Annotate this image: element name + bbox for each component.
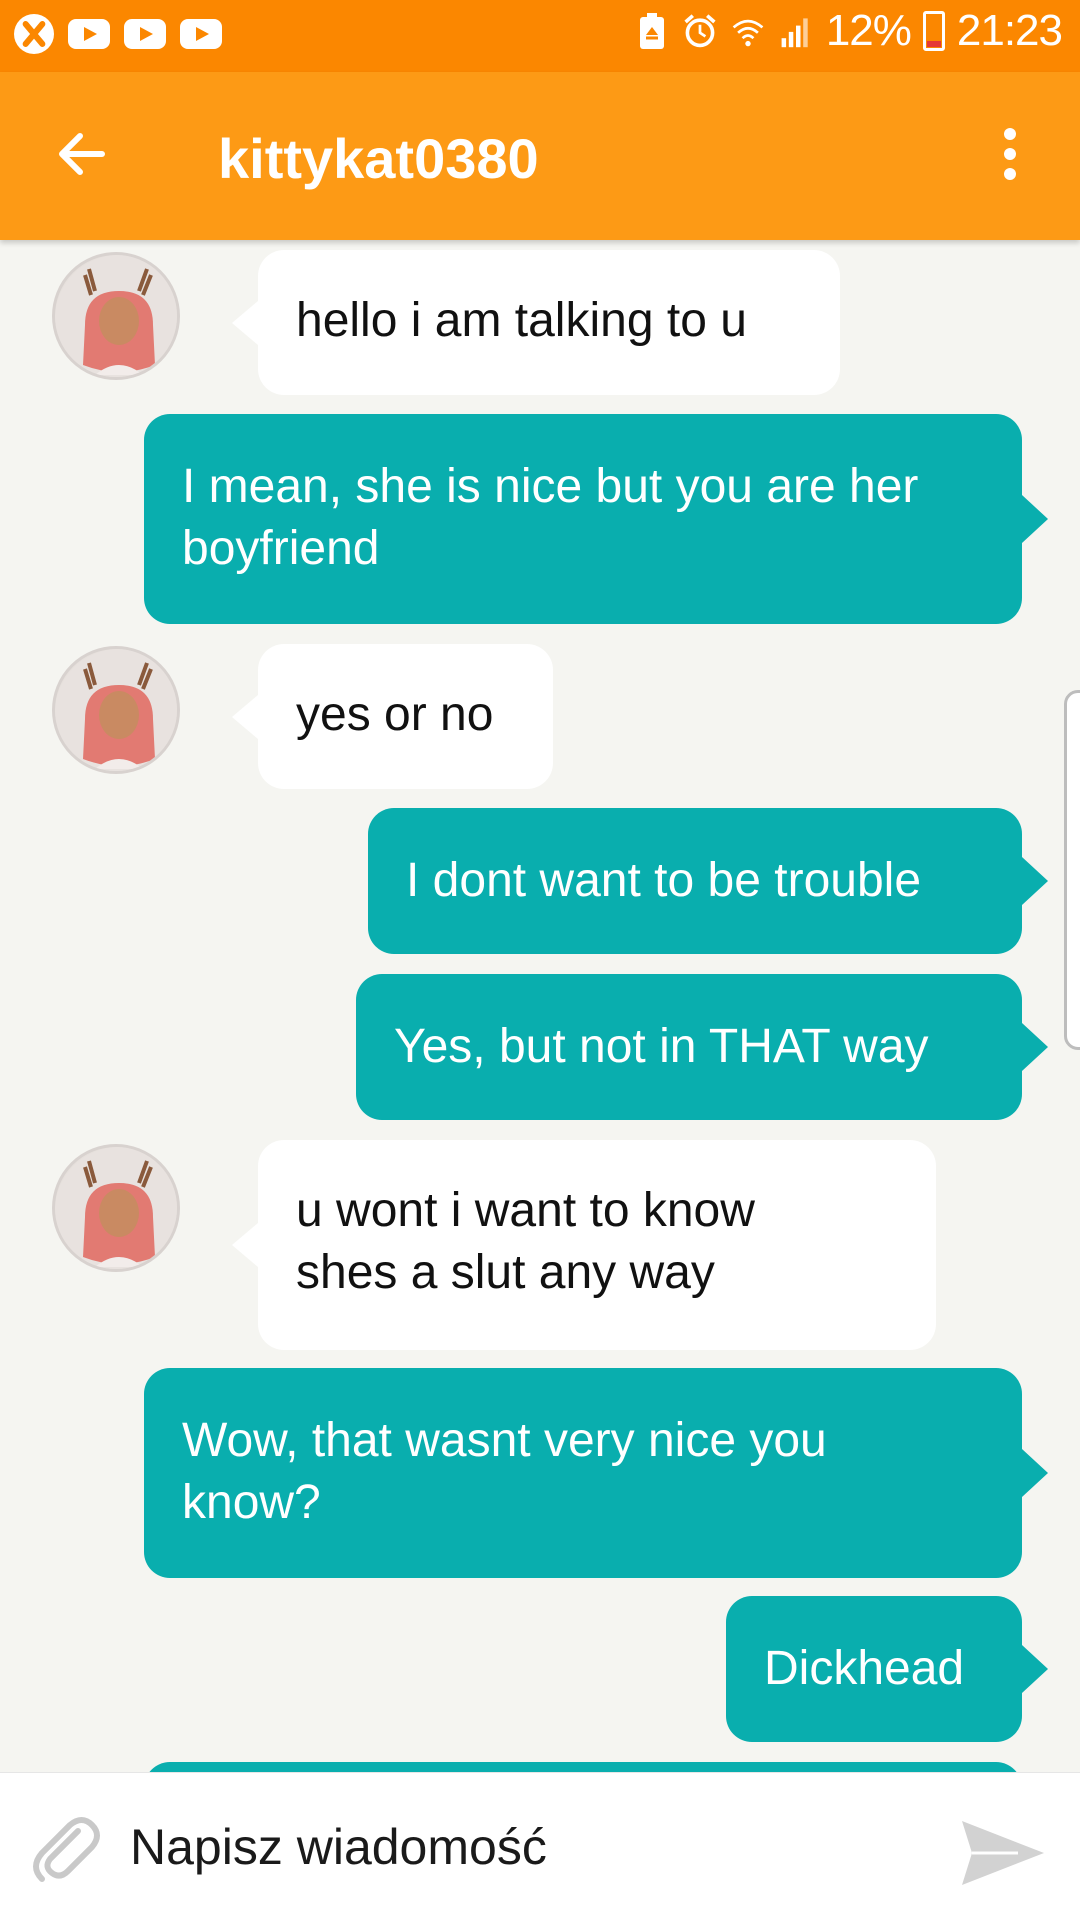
youtube-icon bbox=[124, 19, 166, 49]
message-text: Dickhead bbox=[764, 1642, 965, 1695]
avatar[interactable] bbox=[52, 646, 180, 774]
message-outgoing[interactable]: Dickhead bbox=[726, 1596, 1048, 1742]
message-text: I dont want to be trouble bbox=[406, 854, 922, 907]
message-list[interactable]: hello i am talking to u I mean, she is n… bbox=[0, 240, 1080, 1772]
message-text: hello i am talking to u bbox=[296, 294, 747, 347]
signal-icon bbox=[781, 18, 808, 48]
message-text: I mean, she is nice but you are her boyf… bbox=[182, 460, 919, 575]
message-text: u wont i want to know shes a slut any wa… bbox=[296, 1184, 755, 1299]
avatar[interactable] bbox=[52, 1144, 180, 1272]
battery-icon bbox=[922, 11, 945, 51]
message-outgoing[interactable]: Wow, that wasnt very nice you know? bbox=[144, 1368, 1048, 1578]
more-vertical-icon[interactable] bbox=[990, 124, 1030, 184]
wifi-icon bbox=[732, 19, 764, 47]
message-incoming[interactable]: yes or no bbox=[232, 644, 553, 789]
message-text: Wow, that wasnt very nice you know? bbox=[182, 1414, 827, 1529]
message-composer bbox=[0, 1772, 1080, 1920]
youtube-icon bbox=[68, 19, 110, 49]
message-outgoing-partial[interactable] bbox=[144, 1762, 1022, 1772]
battery-saver-icon bbox=[639, 13, 664, 49]
scroll-handle[interactable] bbox=[1064, 690, 1080, 1050]
system-icons: 12% 21:23 bbox=[634, 6, 1063, 56]
send-icon[interactable] bbox=[958, 1813, 1048, 1893]
message-incoming[interactable]: hello i am talking to u bbox=[232, 250, 840, 395]
xbox-icon bbox=[14, 14, 54, 54]
chat-header: kittykat0380 bbox=[0, 72, 1080, 240]
alarm-icon bbox=[684, 14, 716, 48]
paperclip-icon[interactable] bbox=[26, 1809, 106, 1889]
message-outgoing[interactable]: I mean, she is nice but you are her boyf… bbox=[144, 414, 1048, 624]
message-input[interactable] bbox=[130, 1807, 930, 1887]
message-outgoing[interactable]: I dont want to be trouble bbox=[368, 808, 1048, 954]
message-text: yes or no bbox=[296, 688, 494, 741]
clock: 21:23 bbox=[956, 6, 1063, 55]
arrow-left-icon[interactable] bbox=[52, 124, 112, 184]
battery-percent: 12% bbox=[825, 6, 912, 55]
message-text: Yes, but not in THAT way bbox=[394, 1020, 929, 1073]
avatar[interactable] bbox=[52, 252, 180, 380]
status-bar: 12% 21:23 bbox=[0, 0, 1080, 72]
message-incoming[interactable]: u wont i want to know shes a slut any wa… bbox=[232, 1140, 936, 1350]
chat-title: kittykat0380 bbox=[218, 127, 539, 190]
youtube-icon bbox=[180, 19, 222, 49]
notification-icons bbox=[14, 14, 222, 54]
message-outgoing[interactable]: Yes, but not in THAT way bbox=[356, 974, 1048, 1120]
